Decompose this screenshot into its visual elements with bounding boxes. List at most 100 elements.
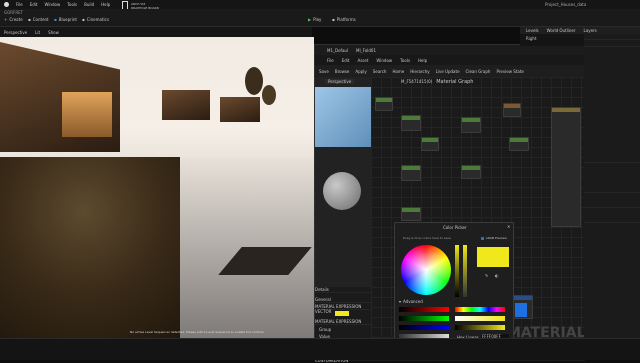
level-viewport[interactable]: No active Level Sequencer detected. Plea…	[0, 37, 314, 338]
perspective-button[interactable]: Perspective	[4, 30, 27, 35]
blueprint-label: Blueprint	[58, 16, 77, 22]
preview-building	[315, 87, 371, 147]
plus-icon: +	[4, 16, 8, 22]
breadcrumb-asset[interactable]: M_F5471415(0)	[401, 79, 432, 85]
editor-tab-1[interactable]: M1_Defaul	[327, 48, 348, 53]
preview-state-button[interactable]: Preview State	[496, 69, 523, 74]
blueprint-icon: ▪	[54, 16, 57, 22]
editor-menu-asset[interactable]: Asset	[357, 58, 368, 63]
graph-node[interactable]	[509, 137, 529, 151]
material-preview[interactable]: Perspective	[315, 77, 371, 287]
platforms-icon: ▪	[332, 16, 335, 22]
right-panel-row[interactable]	[584, 187, 640, 193]
details-tab[interactable]: Details	[315, 287, 371, 293]
world-outliner-tab[interactable]: World Outliner	[547, 28, 576, 33]
window-title: Project_Houses_data	[545, 2, 587, 7]
theme-icon[interactable]: ◐	[495, 273, 499, 278]
menu-window[interactable]: Window	[44, 2, 60, 7]
right-panel-row[interactable]	[584, 34, 640, 40]
lit-button[interactable]: Lit	[35, 30, 40, 35]
details-group-label: Group	[319, 327, 332, 332]
blue-slider[interactable]	[399, 325, 449, 330]
content-button[interactable]: ▪ Content	[28, 15, 49, 23]
apply-button[interactable]: Apply	[355, 69, 366, 74]
viewport-toolbar: Perspective Lit Show	[0, 27, 312, 37]
graph-node[interactable]	[461, 165, 481, 179]
saturation-slider[interactable]	[455, 245, 459, 297]
menu-edit[interactable]: Edit	[30, 2, 38, 7]
checkbox-icon	[481, 236, 484, 240]
menu-help[interactable]: Help	[101, 2, 110, 7]
saved-colors-drop-area[interactable]: Drag & drop colors here to save	[403, 236, 451, 240]
eyedropper-icon[interactable]: ✎	[485, 273, 488, 278]
play-button[interactable]: ▶ Play	[308, 15, 321, 23]
right-panel-row[interactable]	[584, 217, 640, 223]
home-button[interactable]: Home	[392, 69, 404, 74]
create-button[interactable]: + Create	[4, 15, 23, 23]
house-second	[162, 90, 210, 120]
value-bar[interactable]	[455, 325, 505, 330]
details-color-swatch[interactable]	[335, 311, 349, 316]
cinematics-button[interactable]: ▪ Cinematics	[82, 15, 109, 23]
green-slider[interactable]	[399, 316, 449, 321]
hue-slider[interactable]	[455, 307, 505, 312]
preview-perspective-label[interactable]: Perspective	[325, 79, 355, 84]
editor-menu-help[interactable]: Help	[418, 58, 427, 63]
graph-node[interactable]	[511, 295, 533, 319]
level-item-right[interactable]: Right	[520, 34, 584, 43]
levels-tabs: Levels World Outliner Layers	[520, 27, 640, 34]
preview-sphere	[323, 172, 361, 210]
editor-menu-tools[interactable]: Tools	[400, 58, 410, 63]
menu-build[interactable]: Build	[84, 2, 94, 7]
layers-tab[interactable]: Layers	[584, 28, 597, 33]
picker-title: Color Picker	[443, 225, 467, 230]
save-button[interactable]: Save	[319, 69, 329, 74]
editor-menu-file[interactable]: File	[327, 58, 334, 63]
right-panel-row[interactable]	[584, 41, 640, 47]
graph-node[interactable]	[461, 117, 481, 133]
editor-tab-2[interactable]: MI_Fold01	[356, 48, 376, 53]
clean-graph-button[interactable]: Clean Graph	[466, 69, 491, 74]
srgb-preview-checkbox[interactable]: sRGB Preview	[481, 236, 507, 240]
live-update-button[interactable]: Live Update	[436, 69, 460, 74]
unreal-logo-icon[interactable]	[4, 2, 9, 7]
browse-button[interactable]: Browse	[335, 69, 350, 74]
advanced-toggle[interactable]: ▾ Advanced	[399, 299, 423, 304]
bottom-bar	[0, 338, 640, 360]
menu-tools[interactable]: Tools	[67, 2, 77, 7]
picker-close-icon[interactable]: ✕	[507, 224, 510, 229]
graph-node[interactable]	[401, 165, 421, 181]
create-label: Create	[9, 16, 23, 22]
hierarchy-button[interactable]: Hierarchy	[410, 69, 429, 74]
advanced-label: Advanced	[403, 299, 423, 304]
material-output-node[interactable]	[551, 107, 581, 227]
right-panel-row[interactable]	[584, 157, 640, 163]
house-third	[220, 97, 260, 122]
breadcrumb-graph: Material Graph	[436, 79, 474, 85]
editor-menu-window[interactable]: Window	[376, 58, 392, 63]
graph-breadcrumb: M_F5471415(0) Material Graph	[401, 79, 473, 85]
menu-file[interactable]: File	[16, 2, 23, 7]
editor-menu-edit[interactable]: Edit	[342, 58, 350, 63]
details-section-expression[interactable]: MATERIAL EXPRESSION	[315, 319, 371, 325]
graph-node[interactable]	[401, 207, 421, 221]
srgb-preview-label: sRGB Preview	[486, 236, 507, 240]
graph-node[interactable]	[503, 103, 521, 117]
graph-node[interactable]	[375, 97, 393, 111]
levels-tab[interactable]: Levels	[526, 28, 539, 33]
chevron-down-icon: ▾	[399, 299, 402, 304]
platforms-button[interactable]: ▪ Platforms	[332, 15, 356, 23]
saturation-bar[interactable]	[455, 316, 505, 321]
blueprint-button[interactable]: ▪ Blueprint	[54, 15, 77, 23]
color-wheel[interactable]	[401, 245, 451, 295]
graph-node[interactable]	[421, 137, 439, 151]
search-button[interactable]: Search	[373, 69, 387, 74]
editor-tabbar: M1_Defaul MI_Fold01	[315, 45, 585, 55]
graph-node[interactable]	[401, 115, 421, 131]
value-slider[interactable]	[463, 245, 467, 297]
red-slider[interactable]	[399, 307, 449, 312]
details-section-general[interactable]: General	[315, 297, 371, 303]
right-panel-row[interactable]	[584, 202, 640, 208]
show-button[interactable]: Show	[48, 30, 59, 35]
details-section-vector[interactable]: MATERIAL EXPRESSION VECTOR	[315, 304, 371, 314]
